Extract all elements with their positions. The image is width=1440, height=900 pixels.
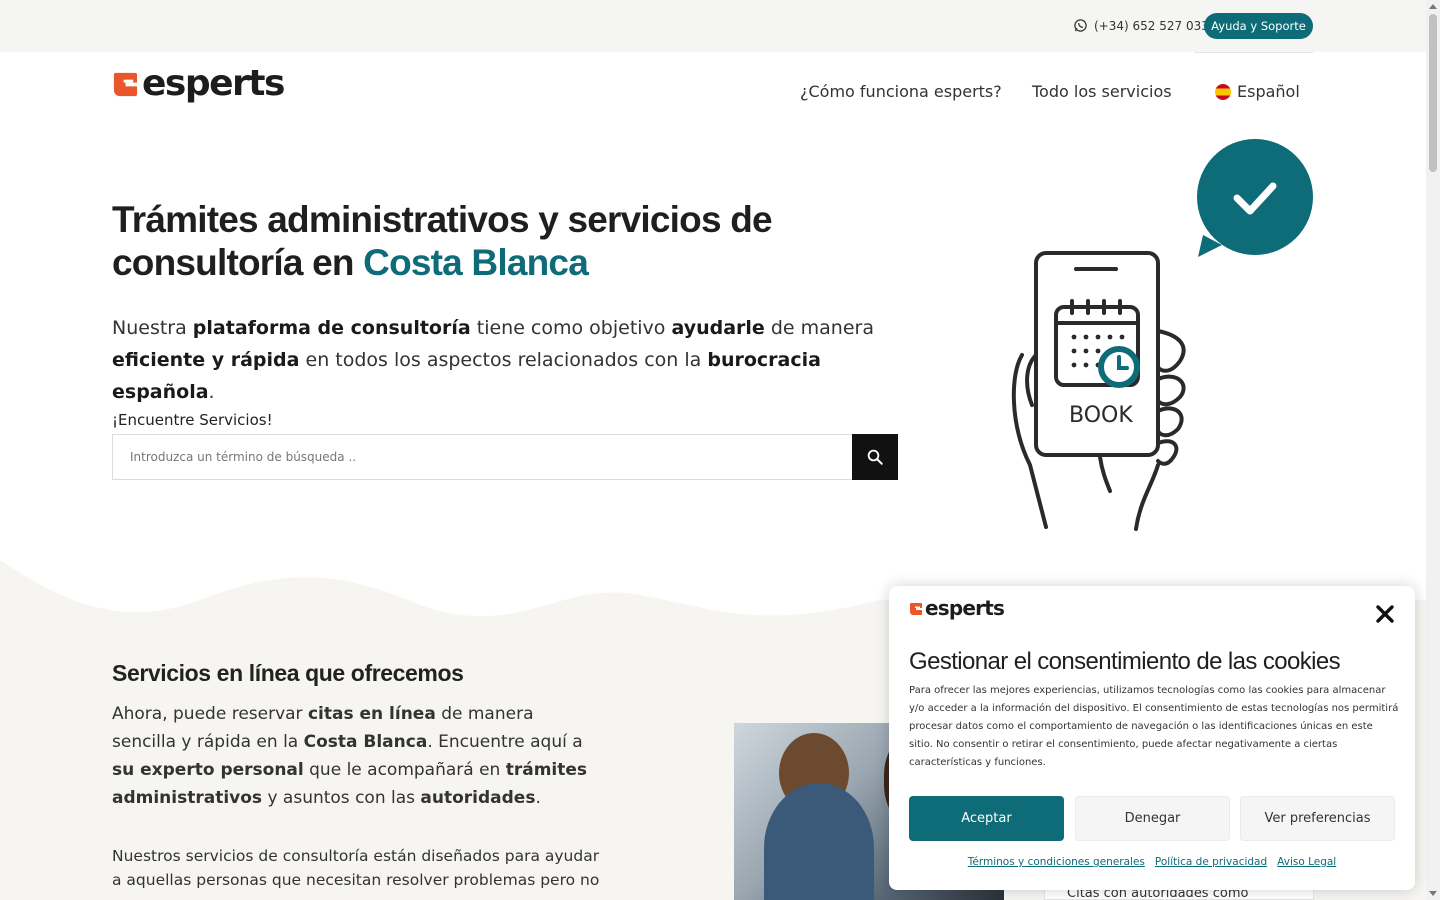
services-intro-highlight: citas en línea bbox=[307, 704, 436, 724]
nav-language[interactable]: Español bbox=[1215, 82, 1300, 101]
nav-how-it-works[interactable]: ¿Cómo funciona esperts? bbox=[800, 82, 1002, 101]
services-intro-text: Ahora, puede reservar bbox=[112, 704, 308, 724]
logo-text: esperts bbox=[142, 63, 285, 104]
scroll-up-icon[interactable] bbox=[1429, 4, 1437, 9]
deny-button[interactable]: Denegar bbox=[1075, 796, 1230, 841]
hero-description-highlight: eficiente y rápida bbox=[112, 349, 300, 371]
services-description: Nuestros servicios de consultoría están … bbox=[112, 847, 600, 889]
hero-title: Trámites administrativos y servicios de … bbox=[112, 198, 912, 284]
page-scrollbar[interactable] bbox=[1426, 0, 1440, 900]
language-label: Español bbox=[1237, 82, 1300, 101]
hero-description-text: de manera bbox=[764, 317, 874, 339]
services-intro-highlight: autoridades bbox=[420, 788, 536, 808]
hero-description-highlight: plataforma de consultoría bbox=[192, 317, 471, 339]
nav-all-services[interactable]: Todo los servicios bbox=[1032, 82, 1172, 101]
accept-button[interactable]: Aceptar bbox=[909, 796, 1064, 841]
spain-flag-icon bbox=[1215, 83, 1231, 100]
search-label: ¡Encuentre Servicios! bbox=[112, 411, 273, 429]
cookie-consent-dialog: esperts Gestionar el consentimiento de l… bbox=[889, 586, 1415, 890]
site-logo[interactable]: esperts bbox=[112, 63, 285, 104]
scrollbar-thumb[interactable] bbox=[1429, 14, 1437, 172]
search-input[interactable]: Introduzca un término de búsqueda .. bbox=[112, 434, 853, 480]
cookie-title: Gestionar el consentimiento de las cooki… bbox=[909, 648, 1341, 675]
preferences-button[interactable]: Ver preferencias bbox=[1240, 796, 1395, 841]
privacy-link[interactable]: Política de privacidad bbox=[1155, 856, 1267, 868]
phone-link[interactable]: (+34) 652 527 033 bbox=[1073, 18, 1209, 33]
divider bbox=[1194, 52, 1313, 53]
services-intro-text: . bbox=[535, 788, 541, 808]
photo-person-body bbox=[764, 783, 874, 900]
book-label: BOOK bbox=[1069, 403, 1133, 428]
search-button[interactable] bbox=[852, 434, 898, 480]
chat-check-icon bbox=[1197, 139, 1313, 257]
hero-title-accent: Costa Blanca bbox=[363, 242, 589, 283]
support-button[interactable]: Ayuda y Soporte bbox=[1204, 13, 1313, 39]
services-intro-text: . Encuentre aquí a bbox=[427, 732, 583, 752]
hero-description-text: . bbox=[208, 381, 215, 403]
cookie-links: Términos y condiciones generales Polític… bbox=[889, 856, 1415, 868]
services-title: Servicios en línea que ofrecemos bbox=[112, 660, 464, 686]
terms-link[interactable]: Términos y condiciones generales bbox=[968, 856, 1145, 868]
search-placeholder: Introduzca un término de búsqueda .. bbox=[130, 450, 357, 464]
whatsapp-icon bbox=[1074, 19, 1087, 32]
top-bar: (+34) 652 527 033 Ayuda y Soporte bbox=[0, 0, 1426, 52]
cookie-logo-text: esperts bbox=[925, 596, 1005, 620]
services-intro: Ahora, puede reservar citas en línea de … bbox=[112, 700, 602, 812]
close-icon[interactable] bbox=[1375, 604, 1395, 624]
phone-number: (+34) 652 527 033 bbox=[1094, 18, 1209, 33]
services-intro-highlight: su experto personal bbox=[112, 760, 304, 780]
hero-description-text: Nuestra bbox=[112, 317, 193, 339]
scroll-down-icon[interactable] bbox=[1429, 891, 1437, 896]
logo-mark-icon bbox=[113, 72, 138, 97]
logo-mark-icon bbox=[910, 603, 922, 615]
services-intro-highlight: Costa Blanca bbox=[303, 732, 428, 752]
hero-description-text: tiene como objetivo bbox=[470, 317, 672, 339]
legal-notice-link[interactable]: Aviso Legal bbox=[1277, 856, 1336, 868]
services-intro-text: y asuntos con las bbox=[262, 788, 421, 808]
hero-description-highlight: ayudarle bbox=[671, 317, 765, 339]
search-icon bbox=[867, 449, 883, 465]
services-intro-text: que le acompañará en bbox=[303, 760, 506, 780]
cookie-logo: esperts bbox=[909, 596, 1005, 620]
hero-description-text: en todos los aspectos relacionados con l… bbox=[299, 349, 708, 371]
booking-phone-illustration: BOOK bbox=[1011, 139, 1313, 531]
hero-description: Nuestra plataforma de consultoría tiene … bbox=[112, 312, 912, 408]
cookie-text: Para ofrecer las mejores experiencias, u… bbox=[909, 685, 1399, 768]
